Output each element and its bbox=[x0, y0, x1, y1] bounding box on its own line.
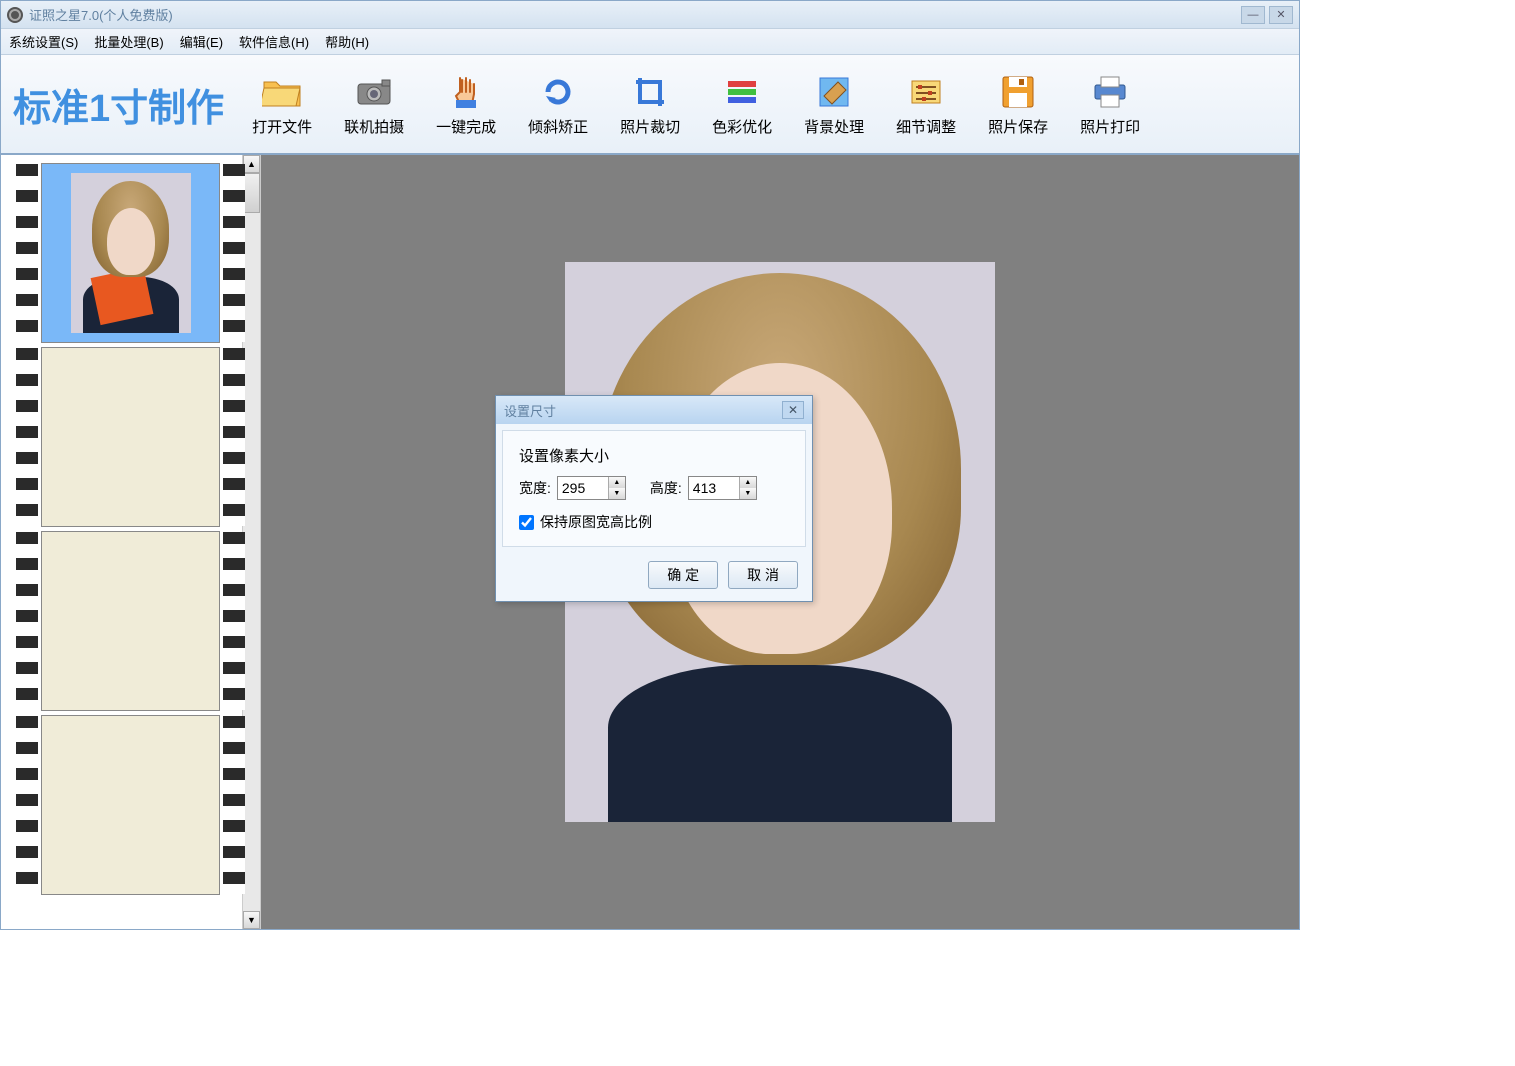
save-icon bbox=[998, 72, 1038, 112]
dialog-titlebar: 设置尺寸 ✕ bbox=[496, 396, 812, 424]
background-button[interactable]: 背景处理 bbox=[788, 64, 880, 144]
size-dialog: 设置尺寸 ✕ 设置像素大小 宽度: ▲ ▼ 高度: ▲ ▼ bbox=[495, 395, 813, 602]
thumbnail-panel: ▲ ▼ bbox=[1, 155, 261, 929]
menubar: 系统设置(S) 批量处理(B) 编辑(E) 软件信息(H) 帮助(H) bbox=[1, 29, 1299, 55]
watermark-sub: XITONGZHIJIA.NET bbox=[1406, 1046, 1506, 1057]
camera-icon bbox=[354, 72, 394, 112]
thumbnail-3[interactable] bbox=[41, 531, 220, 711]
thumbnail-1[interactable] bbox=[41, 163, 220, 343]
watermark-main: 系统之家 bbox=[1406, 1021, 1506, 1045]
titlebar: 证照之星7.0(个人免费版) — ✕ bbox=[1, 1, 1299, 29]
crop-icon bbox=[630, 72, 670, 112]
dialog-section-label: 设置像素大小 bbox=[519, 445, 789, 466]
width-field[interactable] bbox=[558, 480, 608, 496]
menu-edit[interactable]: 编辑(E) bbox=[180, 32, 223, 51]
width-label: 宽度: bbox=[519, 478, 551, 498]
house-icon bbox=[1356, 1018, 1398, 1060]
menu-system[interactable]: 系统设置(S) bbox=[9, 32, 78, 51]
height-field[interactable] bbox=[689, 480, 739, 496]
cancel-button[interactable]: 取 消 bbox=[728, 561, 798, 589]
tilt-button[interactable]: 倾斜矫正 bbox=[512, 64, 604, 144]
oneclick-button[interactable]: 一键完成 bbox=[420, 64, 512, 144]
print-button[interactable]: 照片打印 bbox=[1064, 64, 1156, 144]
rotate-icon bbox=[538, 72, 578, 112]
menu-help[interactable]: 帮助(H) bbox=[325, 32, 369, 51]
scroll-thumb[interactable] bbox=[243, 173, 260, 213]
brush-icon bbox=[814, 72, 854, 112]
mode-label: 标准1寸制作 bbox=[1, 77, 236, 132]
app-icon bbox=[7, 7, 23, 23]
keep-ratio-checkbox[interactable] bbox=[519, 515, 534, 530]
camera-button[interactable]: 联机拍摄 bbox=[328, 64, 420, 144]
detail-button[interactable]: 细节调整 bbox=[880, 64, 972, 144]
dialog-title: 设置尺寸 bbox=[504, 401, 556, 420]
printer-icon bbox=[1090, 72, 1130, 112]
open-file-button[interactable]: 打开文件 bbox=[236, 64, 328, 144]
thumbnail-image bbox=[71, 173, 191, 333]
height-up-button[interactable]: ▲ bbox=[740, 477, 756, 488]
window-title: 证照之星7.0(个人免费版) bbox=[29, 5, 1241, 24]
height-down-button[interactable]: ▼ bbox=[740, 488, 756, 499]
toolbar: 标准1寸制作 打开文件 联机拍摄 一键完成 倾斜矫正 照片裁切 色彩优化 背景处… bbox=[1, 55, 1299, 155]
menu-info[interactable]: 软件信息(H) bbox=[239, 32, 309, 51]
sliders-icon bbox=[906, 72, 946, 112]
watermark: 系统之家 XITONGZHIJIA.NET bbox=[1356, 1018, 1506, 1060]
menu-batch[interactable]: 批量处理(B) bbox=[94, 32, 163, 51]
hand-icon bbox=[446, 72, 486, 112]
height-label: 高度: bbox=[650, 478, 682, 498]
palette-icon bbox=[722, 72, 762, 112]
height-input[interactable]: ▲ ▼ bbox=[688, 476, 757, 500]
width-up-button[interactable]: ▲ bbox=[609, 477, 625, 488]
thumbnail-4[interactable] bbox=[41, 715, 220, 895]
keep-ratio-label: 保持原图宽高比例 bbox=[540, 512, 652, 532]
crop-button[interactable]: 照片裁切 bbox=[604, 64, 696, 144]
width-down-button[interactable]: ▼ bbox=[609, 488, 625, 499]
ok-button[interactable]: 确 定 bbox=[648, 561, 718, 589]
minimize-button[interactable]: — bbox=[1241, 6, 1265, 24]
scroll-down-button[interactable]: ▼ bbox=[243, 911, 260, 929]
color-button[interactable]: 色彩优化 bbox=[696, 64, 788, 144]
dialog-close-button[interactable]: ✕ bbox=[782, 401, 804, 419]
thumbnail-2[interactable] bbox=[41, 347, 220, 527]
scroll-up-button[interactable]: ▲ bbox=[243, 155, 260, 173]
close-button[interactable]: ✕ bbox=[1269, 6, 1293, 24]
save-button[interactable]: 照片保存 bbox=[972, 64, 1064, 144]
width-input[interactable]: ▲ ▼ bbox=[557, 476, 626, 500]
folder-icon bbox=[262, 72, 302, 112]
